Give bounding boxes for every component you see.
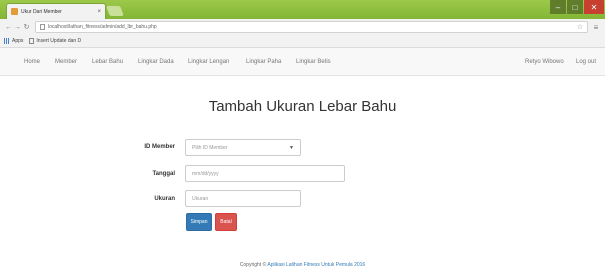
new-tab-button[interactable]	[106, 6, 124, 16]
nav-logout[interactable]: Log out	[576, 59, 596, 65]
browser-menu-icon[interactable]: ≡	[591, 23, 601, 32]
maximize-icon[interactable]: □	[567, 0, 583, 14]
size-field[interactable]: Ukuran	[185, 190, 301, 207]
tab-title: Ukur Dari Member	[21, 8, 62, 15]
bookmarks-bar: Apps Insert Update dan D	[0, 35, 605, 48]
browser-tab[interactable]: Ukur Dari Member ×	[6, 3, 106, 19]
nav-lingkar-dada[interactable]: Lingkar Dada	[138, 59, 174, 65]
date-label: Tanggal	[152, 171, 175, 177]
size-label: Ukuran	[154, 196, 175, 202]
apps-icon	[4, 38, 10, 44]
url-text: localhost/lathan_fitness/admin/add_lbr_b…	[48, 24, 157, 30]
nav-member[interactable]: Member	[55, 59, 77, 65]
size-placeholder: Ukuran	[192, 195, 209, 202]
bookmark-apps[interactable]: Apps	[4, 38, 23, 44]
bookmark-insert-update[interactable]: Insert Update dan D	[29, 38, 81, 44]
date-field[interactable]: mm/dd/yyyy	[185, 165, 345, 182]
nav-lingkar-lengan[interactable]: Lingkar Lengan	[188, 59, 229, 65]
bookmark-label: Apps	[12, 38, 24, 44]
nav-user[interactable]: Retyo Wibowo	[525, 59, 564, 65]
save-button[interactable]: Simpan	[186, 213, 212, 231]
member-select[interactable]: Pilih ID Member ▼	[185, 139, 301, 156]
favicon-icon	[11, 8, 18, 15]
footer-copyright: Copyright ©	[239, 262, 268, 268]
member-select-value: Pilih ID Member	[192, 144, 228, 151]
cancel-button[interactable]: Batal	[215, 213, 237, 231]
forward-icon[interactable]: →	[13, 24, 22, 31]
close-window-icon[interactable]: ✕	[584, 0, 604, 14]
bookmark-star-icon[interactable]: ☆	[577, 23, 583, 31]
footer-brand-link[interactable]: Aplikasi Latihan Fitness Untuk Pemula 20…	[267, 262, 365, 268]
chevron-down-icon: ▼	[289, 144, 294, 151]
tab-close-icon[interactable]: ×	[97, 9, 101, 15]
minimize-icon[interactable]: –	[550, 0, 566, 14]
nav-lebar-bahu[interactable]: Lebar Bahu	[92, 59, 123, 65]
footer: Copyright © Aplikasi Latihan Fitness Unt…	[0, 262, 605, 268]
url-input[interactable]: localhost/lathan_fitness/admin/add_lbr_b…	[35, 21, 588, 33]
address-bar: ← → ↻ localhost/lathan_fitness/admin/add…	[0, 19, 605, 35]
bookmark-label: Insert Update dan D	[36, 38, 82, 44]
reload-icon[interactable]: ↻	[22, 23, 31, 31]
member-label: ID Member	[144, 144, 175, 150]
nav-lingkar-paha[interactable]: Lingkar Paha	[246, 59, 281, 65]
browser-titlebar: Ukur Dari Member × – □ ✕	[0, 0, 605, 19]
document-icon	[29, 38, 35, 44]
page-icon	[40, 24, 45, 30]
back-icon[interactable]: ←	[4, 24, 13, 31]
date-placeholder: mm/dd/yyyy	[192, 170, 219, 177]
site-navbar: Home Member Lebar Bahu Lingkar Dada Ling…	[0, 48, 605, 76]
page-title: Tambah Ukuran Lebar Bahu	[208, 98, 397, 115]
nav-lingkar-betis[interactable]: Lingkar Betis	[296, 59, 331, 65]
nav-home[interactable]: Home	[24, 59, 40, 65]
